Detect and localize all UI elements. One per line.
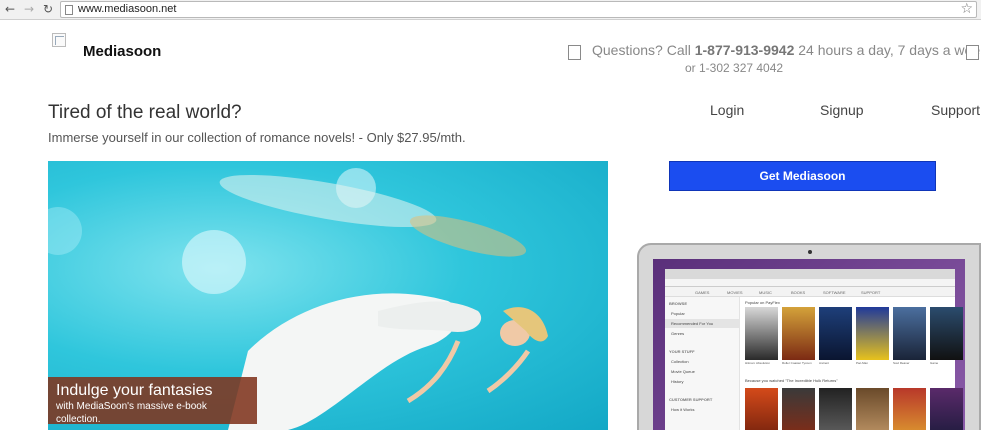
site-name[interactable]: Mediasoon (83, 43, 161, 60)
cover-image (782, 388, 815, 430)
address-bar[interactable]: www.mediasoon.net ☆ (60, 1, 977, 18)
logo-image-icon[interactable] (52, 33, 66, 47)
cover-image (856, 388, 889, 430)
sidebar-item: Popular (671, 311, 685, 316)
preview-tabbar (665, 269, 955, 279)
url-text[interactable]: www.mediasoon.net (78, 3, 176, 15)
cover-title: Roller Coaster Tycoon (782, 361, 812, 365)
cover-image (930, 388, 963, 430)
cover-image (893, 388, 926, 430)
cover-image (745, 388, 778, 430)
forward-arrow-icon[interactable]: → (22, 2, 36, 16)
sidebar-item: How it Works (671, 407, 695, 412)
laptop-screen: GAMES MOVIES MUSIC BOOKS SOFTWARE SUPPOR… (653, 259, 965, 430)
cover-title: Ancient (819, 361, 830, 365)
browser-toolbar: ← → ↻ www.mediasoon.net ☆ (0, 0, 981, 20)
caption-subtitle: with MediaSoon's massive e-book collecti… (56, 401, 207, 425)
alt-phone: or 1-302 327 4042 (685, 61, 784, 75)
questions-label: Questions? Call (592, 42, 691, 58)
sidebar-item: Collection (671, 359, 689, 364)
sidebar-item: Genres (671, 331, 685, 336)
cover-image (893, 307, 926, 360)
camera-icon (808, 250, 812, 254)
cover-title: Hitman: Absolution (745, 361, 771, 365)
sidebar-item: History (671, 379, 684, 384)
preview-window: GAMES MOVIES MUSIC BOOKS SOFTWARE SUPPOR… (665, 269, 963, 430)
phone-number: 1-877-913-9942 (694, 42, 795, 58)
hero-caption: Indulge your fantasies with MediaSoon's … (48, 377, 257, 425)
subheadline: Immerse yourself in our collection of ro… (48, 130, 466, 145)
cover-title: Soul Reaver (893, 361, 910, 365)
sidebar-heading: BROWSE (669, 301, 687, 306)
signup-link[interactable]: Signup (820, 102, 864, 118)
sidebar-heading: YOUR STUFF (669, 349, 695, 354)
preview-tab: SUPPORT (861, 290, 881, 295)
cover-image (819, 307, 852, 360)
cover-image (745, 307, 778, 360)
cover-title: Game (930, 361, 939, 365)
cover-title: Pac-Man (856, 361, 869, 365)
contact-line: Questions? Call 1-877-913-9942 24 hours … (592, 42, 981, 58)
preview-sidebar: BROWSE Popular Recommended For You Genre… (665, 297, 740, 430)
headline: Tired of the real world? (48, 102, 242, 123)
preview-tab: MUSIC (759, 290, 772, 295)
preview-tab: MOVIES (727, 290, 743, 295)
login-link[interactable]: Login (710, 102, 744, 118)
preview-tab: SOFTWARE (823, 290, 846, 295)
cover-image (782, 307, 815, 360)
page-icon (65, 5, 73, 15)
checkbox-icon[interactable] (568, 45, 581, 60)
preview-urlbar (665, 279, 955, 287)
cover-image (856, 307, 889, 360)
sidebar-heading: CUSTOMER SUPPORT (669, 397, 713, 402)
support-link[interactable]: Support (931, 102, 980, 118)
sidebar-item: Recommended For You (671, 321, 714, 326)
preview-app-tabs: GAMES MOVIES MUSIC BOOKS SOFTWARE SUPPOR… (665, 287, 955, 297)
row-title: Because you watched "The Incredible Hulk… (745, 378, 838, 383)
preview-tab: BOOKS (791, 290, 806, 295)
star-icon[interactable]: ☆ (960, 1, 973, 17)
cover-image (819, 388, 852, 430)
get-mediasoon-button[interactable]: Get Mediasoon (669, 161, 936, 191)
back-arrow-icon[interactable]: ← (3, 2, 17, 16)
preview-tab: GAMES (695, 290, 710, 295)
cover-image (930, 307, 963, 360)
caption-title: Indulge your fantasies (56, 382, 213, 399)
row-title: Popular on PayFlex (745, 300, 780, 305)
reload-icon[interactable]: ↻ (41, 2, 55, 16)
sidebar-item: Movie Queue (671, 369, 695, 374)
checkbox-icon[interactable] (966, 45, 979, 60)
hours-text: 24 hours a day, 7 days a week (798, 42, 981, 58)
